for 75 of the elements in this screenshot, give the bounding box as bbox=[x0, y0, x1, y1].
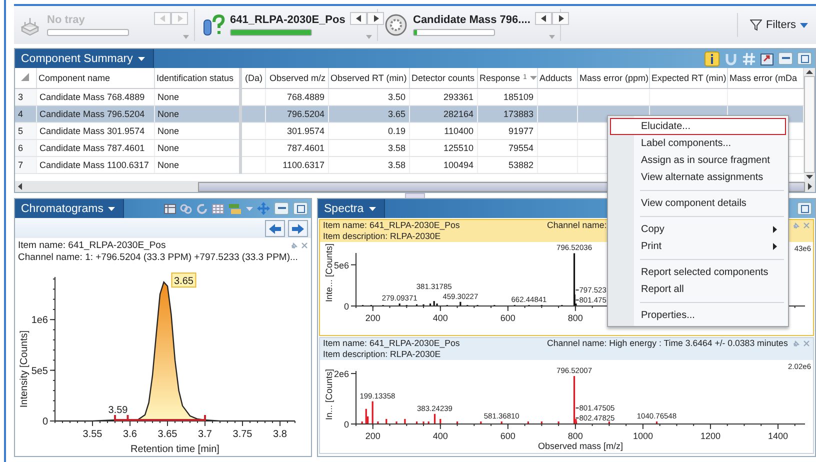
apex-label: 3.65 bbox=[171, 272, 196, 288]
table-cell: 100494 bbox=[409, 156, 477, 173]
table-cell: 787.4601 bbox=[265, 139, 328, 156]
axis-tick-label: 3.75 bbox=[232, 429, 252, 440]
table-cell: Candidate Mass 301.9574 bbox=[36, 122, 154, 139]
table-cell: 91977 bbox=[477, 122, 537, 139]
row-number: 5 bbox=[15, 122, 36, 139]
axis-tick-label: 0 bbox=[42, 416, 48, 428]
table-cell: None bbox=[154, 122, 240, 139]
axis-tick-label: 400 bbox=[432, 431, 448, 441]
table-cell: 3.58 bbox=[328, 139, 409, 156]
channel-name: Channel name: bbox=[547, 220, 607, 231]
row-number: 6 bbox=[15, 139, 36, 156]
axis-title: Inte... [Counts] bbox=[324, 243, 334, 302]
table-cell: 282164 bbox=[409, 105, 477, 122]
axis-tick-label: 0 bbox=[344, 302, 349, 312]
table-cell: None bbox=[154, 105, 240, 122]
table-cell: None bbox=[154, 139, 240, 156]
axis-tick-label: 200 bbox=[365, 313, 380, 323]
axis-tick-label: 3.7 bbox=[198, 429, 212, 440]
peak-boundary-label: 3.59 bbox=[108, 405, 128, 416]
table-cell: 79554 bbox=[477, 139, 537, 156]
axis-title: Intensity [Counts] bbox=[19, 330, 30, 408]
channel-name: Channel name: High energy : Time 3.6464 +/- 0.0383 minutes bbox=[547, 338, 788, 349]
item-description: Item description: RLPA-2030E bbox=[323, 231, 442, 242]
table-cell: Candidate Mass 787.4601 bbox=[36, 139, 154, 156]
table-cell: 3.50 bbox=[328, 88, 409, 105]
axis-tick-label: 1200 bbox=[700, 431, 720, 441]
axis-tick-label: 400 bbox=[432, 313, 448, 323]
axis-tick-label: 3.6 bbox=[123, 429, 137, 440]
table-cell: 110400 bbox=[409, 122, 477, 139]
table-cell: 125510 bbox=[409, 139, 477, 156]
axis-title: Observed mass [m/z] bbox=[538, 441, 624, 451]
table-cell: 796.5204 bbox=[265, 105, 328, 122]
axis-tick-label: 5e5 bbox=[31, 366, 48, 377]
axis-title: Retention time [min] bbox=[130, 444, 220, 455]
item-name: Item name: 641_RLPA-2030E_Pos bbox=[323, 338, 461, 349]
row-number: 7 bbox=[15, 156, 36, 173]
table-cell: 0.19 bbox=[328, 122, 409, 139]
table-cell: 293361 bbox=[409, 88, 477, 105]
row-number: 4 bbox=[15, 105, 36, 122]
table-cell: 301.9574 bbox=[265, 122, 328, 139]
table-cell: 53882 bbox=[477, 156, 537, 173]
column-label: Response bbox=[480, 72, 520, 83]
axis-tick-label: 600 bbox=[500, 313, 516, 323]
table-cell: None bbox=[154, 156, 240, 173]
axis-tick-label: 200 bbox=[365, 431, 380, 441]
channel-name: Channel name: 1: +796.5204 (33.3 PPM) +797.5233 (33.3 PPM)... bbox=[18, 252, 299, 263]
item-name: Item name: 641_RLPA-2030E_Pos bbox=[18, 240, 166, 251]
axis-tick-label: 3.8 bbox=[273, 429, 287, 440]
axis-tick-label: 1000 bbox=[632, 431, 653, 441]
table-cell: 768.4889 bbox=[265, 88, 328, 105]
axis-tick-label: 600 bbox=[500, 431, 516, 441]
axis-tick-label: 800 bbox=[568, 431, 583, 441]
annotation: 3.65 bbox=[174, 276, 194, 288]
table-cell: 3.58 bbox=[328, 156, 409, 173]
axis-tick-label: 2e6 bbox=[334, 369, 349, 380]
table-cell: 185109 bbox=[477, 88, 537, 105]
axis-tick-label: 1400 bbox=[768, 431, 788, 441]
axis-tick-label: 0 bbox=[344, 420, 349, 430]
axis-tick-label: 800 bbox=[568, 313, 583, 323]
table-cell: Candidate Mass 1100.6317 bbox=[36, 156, 154, 173]
axis-title: In... [Counts] bbox=[324, 368, 334, 420]
table-cell: 173883 bbox=[477, 105, 537, 122]
axis-tick-label: 3.65 bbox=[158, 429, 178, 440]
axis-tick-label: 5e6 bbox=[334, 260, 349, 270]
table-cell: 1100.6317 bbox=[265, 156, 328, 173]
axis-tick-label: 1e6 bbox=[31, 315, 48, 326]
table-cell: Candidate Mass 796.5204 bbox=[36, 105, 154, 122]
item-name: Item name: 641_RLPA-2030E_Pos bbox=[323, 220, 461, 231]
axis-tick-label: 3.55 bbox=[82, 429, 102, 440]
table-cell: 3.65 bbox=[328, 105, 409, 122]
item-description: Item description: RLPA-2030E bbox=[323, 349, 442, 360]
row-number: 3 bbox=[15, 88, 36, 105]
table-cell: Candidate Mass 768.4889 bbox=[36, 88, 154, 105]
